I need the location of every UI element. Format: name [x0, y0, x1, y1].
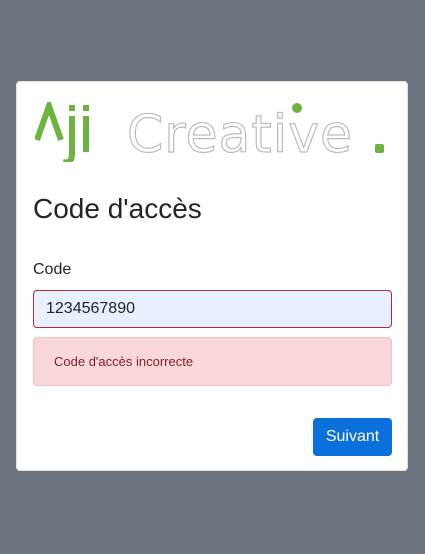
svg-text:Creative: Creative — [127, 105, 353, 162]
aji-creative-logo: Creative — [35, 102, 384, 162]
page-title: Code d'accès — [33, 193, 202, 224]
code-input[interactable] — [33, 290, 392, 328]
login-card: Creative Code d'accès Code Code d'accès … — [16, 81, 408, 471]
code-label: Code — [33, 261, 72, 278]
error-alert: Code d'accès incorrecte — [33, 337, 392, 386]
next-button[interactable]: Suivant — [313, 418, 392, 456]
error-message: Code d'accès incorrecte — [54, 354, 194, 369]
